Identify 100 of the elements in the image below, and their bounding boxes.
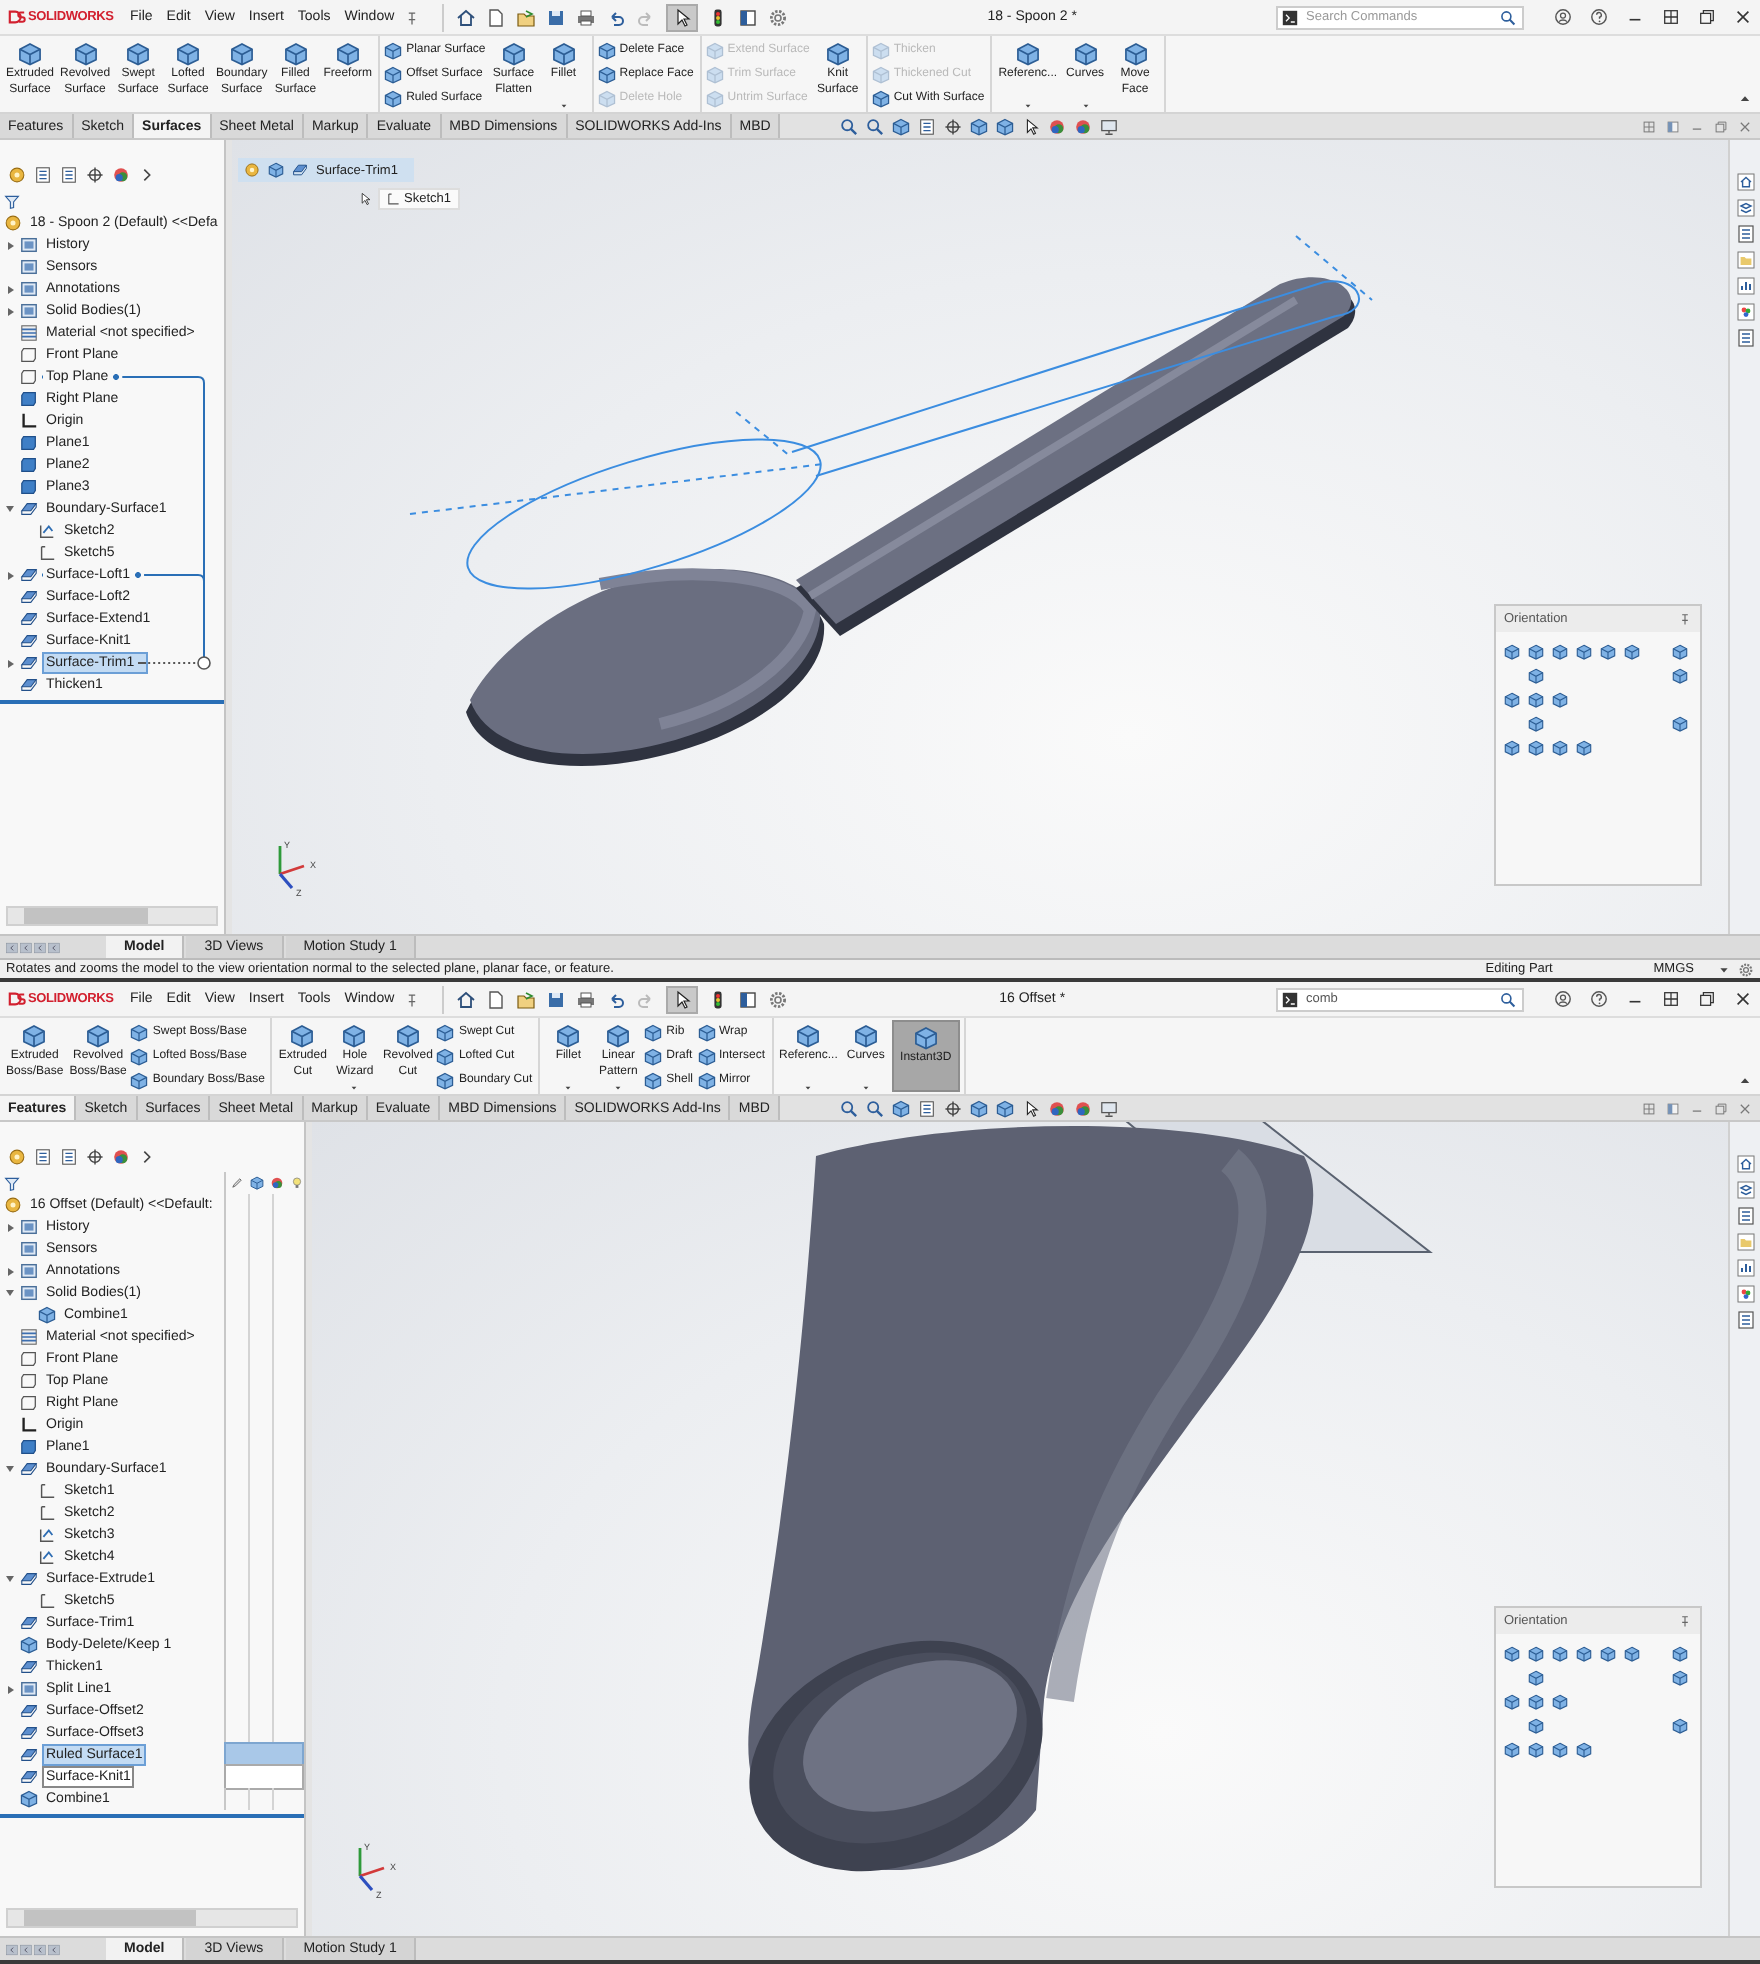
view-cube-icon[interactable] — [1528, 668, 1544, 684]
view-cube-icon[interactable] — [1552, 1742, 1568, 1758]
list-icon[interactable] — [1735, 224, 1755, 244]
expander-arrow-icon[interactable] — [7, 1267, 13, 1275]
view-cube-icon[interactable] — [1528, 740, 1544, 756]
view-cube-icon[interactable] — [1528, 1742, 1544, 1758]
gear-icon[interactable] — [768, 7, 789, 27]
list-icon[interactable] — [1735, 1206, 1755, 1226]
help-icon[interactable] — [1590, 8, 1608, 26]
view-cube-icon[interactable] — [1528, 716, 1544, 732]
list-icon[interactable] — [1735, 328, 1755, 348]
panel-icon[interactable] — [738, 989, 759, 1009]
palette-icon[interactable] — [1735, 1284, 1755, 1304]
tile-icon[interactable] — [1662, 8, 1680, 26]
filter-icon[interactable] — [4, 193, 20, 209]
view-cube-icon[interactable] — [1504, 1742, 1520, 1758]
pointer-icon[interactable] — [1022, 117, 1041, 135]
list-icon[interactable] — [918, 117, 937, 135]
restore-icon[interactable] — [1698, 990, 1716, 1008]
collapse-ribbon-icon[interactable] — [1738, 92, 1752, 106]
sphere-icon[interactable] — [112, 165, 130, 183]
expander-arrow-icon[interactable] — [7, 241, 13, 249]
tile-icon[interactable] — [1642, 119, 1656, 133]
close-icon[interactable] — [1734, 8, 1752, 26]
account-icon[interactable] — [1554, 8, 1572, 26]
view-cube-icon[interactable] — [1672, 1670, 1688, 1686]
home-icon[interactable] — [1735, 1154, 1755, 1174]
sphere-icon[interactable] — [270, 1176, 284, 1190]
undo-icon[interactable] — [606, 989, 627, 1009]
view-cube-icon[interactable] — [1504, 1646, 1520, 1662]
undo-icon[interactable] — [606, 7, 627, 27]
zoom-icon[interactable] — [839, 1099, 858, 1117]
view-cube-icon[interactable] — [1600, 644, 1616, 660]
chevron-icon[interactable] — [138, 1147, 156, 1165]
horizontal-scrollbar[interactable] — [6, 906, 218, 926]
view-cube-icon[interactable] — [1552, 1694, 1568, 1710]
zoom-area-icon[interactable] — [865, 1099, 884, 1117]
layers-icon[interactable] — [1735, 198, 1755, 218]
gear-icon[interactable] — [1738, 961, 1754, 977]
view-cube-icon[interactable] — [1552, 644, 1568, 660]
expander-arrow-icon[interactable] — [7, 1223, 13, 1231]
expander-arrow-icon[interactable] — [7, 1685, 13, 1693]
cube-icon[interactable] — [250, 1176, 264, 1190]
view-cube-icon[interactable] — [1672, 1646, 1688, 1662]
view-cube-icon[interactable] — [1528, 1670, 1544, 1686]
cube-icon[interactable] — [891, 1099, 910, 1117]
horizontal-scrollbar[interactable] — [6, 1908, 298, 1928]
view-cube-icon[interactable] — [1552, 692, 1568, 708]
part-icon[interactable] — [8, 165, 26, 183]
chevron-icon[interactable] — [138, 165, 156, 183]
expander-arrow-icon[interactable] — [7, 285, 13, 293]
pin-icon[interactable] — [1678, 1614, 1692, 1628]
close-icon[interactable] — [1734, 990, 1752, 1008]
pin-icon[interactable] — [404, 991, 421, 1007]
list-icon[interactable] — [1735, 1310, 1755, 1330]
account-icon[interactable] — [1554, 990, 1572, 1008]
gear-icon[interactable] — [768, 989, 789, 1009]
expander-arrow-icon[interactable] — [6, 506, 14, 512]
restore-icon[interactable] — [1698, 8, 1716, 26]
list-icon[interactable] — [60, 165, 78, 183]
view-cube-icon[interactable] — [1576, 1742, 1592, 1758]
expander-arrow-icon[interactable] — [6, 1290, 14, 1296]
panel-icon[interactable] — [1666, 1101, 1680, 1115]
view-cube-icon[interactable] — [1504, 692, 1520, 708]
list-icon[interactable] — [34, 1147, 52, 1165]
pointer-icon[interactable] — [1021, 1099, 1040, 1117]
filter-icon[interactable] — [4, 1175, 20, 1191]
view-cube-icon[interactable] — [1552, 1646, 1568, 1662]
help-icon[interactable] — [1590, 990, 1608, 1008]
expander-arrow-icon[interactable] — [6, 1576, 14, 1582]
expander-arrow-icon[interactable] — [7, 307, 13, 315]
crosshair-icon[interactable] — [944, 117, 963, 135]
view-cube-icon[interactable] — [1624, 644, 1640, 660]
zoom-area-icon[interactable] — [866, 117, 885, 135]
view-cube-icon[interactable] — [1600, 1646, 1616, 1662]
select-button[interactable] — [666, 3, 699, 31]
printer-icon[interactable] — [576, 989, 597, 1009]
view-cube-icon[interactable] — [1672, 716, 1688, 732]
crosshair-icon[interactable] — [86, 1147, 104, 1165]
view-cube-icon[interactable] — [1528, 692, 1544, 708]
home-icon[interactable] — [456, 989, 477, 1009]
printer-icon[interactable] — [576, 7, 597, 27]
palette-icon[interactable] — [1735, 302, 1755, 322]
pin-icon[interactable] — [404, 9, 421, 25]
layers-icon[interactable] — [1735, 1180, 1755, 1200]
pencil-icon[interactable] — [230, 1176, 244, 1190]
tile-icon[interactable] — [1662, 990, 1680, 1008]
panel-icon[interactable] — [1666, 119, 1680, 133]
view-cube-icon[interactable] — [1576, 740, 1592, 756]
expander-arrow-icon[interactable] — [7, 571, 13, 579]
view-cube-icon[interactable] — [1576, 1646, 1592, 1662]
view-cube-icon[interactable] — [1672, 1718, 1688, 1734]
caret-icon[interactable] — [1718, 963, 1730, 975]
tile-icon[interactable] — [1642, 1101, 1656, 1115]
monitor-icon[interactable] — [1100, 117, 1119, 135]
view-cube-icon[interactable] — [1528, 1694, 1544, 1710]
list-icon[interactable] — [917, 1099, 936, 1117]
view-cube-icon[interactable] — [1528, 1718, 1544, 1734]
home-icon[interactable] — [456, 7, 477, 27]
crosshair-icon[interactable] — [943, 1099, 962, 1117]
